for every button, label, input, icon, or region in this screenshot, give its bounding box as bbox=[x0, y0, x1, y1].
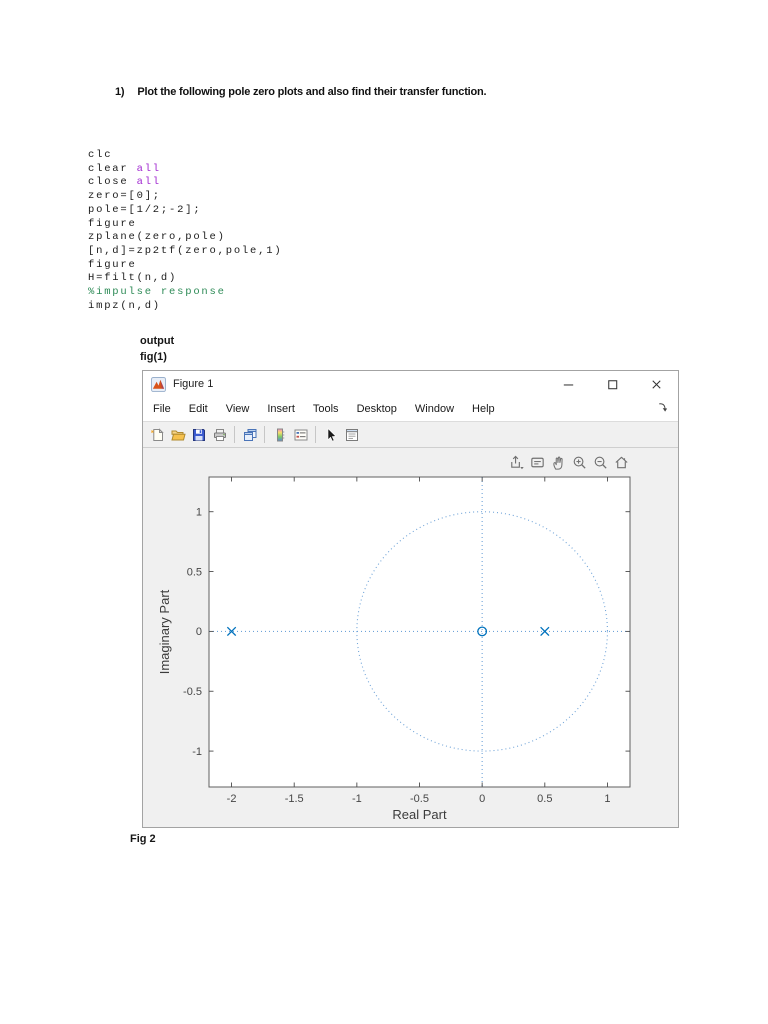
question-number: 1) bbox=[115, 86, 125, 98]
y-tick-label: 0.5 bbox=[187, 566, 202, 578]
menu-tools[interactable]: Tools bbox=[304, 403, 348, 415]
fig2-caption: Fig 2 bbox=[130, 833, 156, 845]
figure-canvas: -2 -1.5 -1 -0.5 0 0.5 1 -1 -0.5 0 0.5 1 Real Part Ima… bbox=[143, 448, 678, 827]
code-line: zero=[0]; bbox=[88, 190, 161, 203]
maximize-button[interactable] bbox=[590, 371, 634, 397]
insert-legend-icon[interactable] bbox=[290, 424, 311, 445]
y-tick-label: 0 bbox=[196, 626, 202, 638]
menu-items: File Edit View Insert Tools Desktop Window Help bbox=[144, 403, 504, 415]
code-line: impz(n,d) bbox=[88, 299, 161, 312]
close-button[interactable] bbox=[634, 371, 678, 397]
code-line: zplane(zero,pole) bbox=[88, 231, 226, 244]
x-tick-label: -0.5 bbox=[410, 793, 429, 805]
print-figure-icon[interactable] bbox=[209, 424, 230, 445]
figure-window: Figure 1 File Edit View Insert Tools Desktop W… bbox=[142, 370, 679, 828]
figure-toolbar bbox=[143, 421, 678, 448]
question-text: Plot the following pole zero plots and a… bbox=[137, 86, 487, 98]
open-file-icon[interactable] bbox=[167, 424, 188, 445]
insert-colorbar-icon[interactable] bbox=[269, 424, 290, 445]
save-figure-icon[interactable] bbox=[188, 424, 209, 445]
x-tick-label: 0 bbox=[479, 793, 485, 805]
y-tick-label: -0.5 bbox=[183, 686, 202, 698]
export-icon[interactable] bbox=[507, 453, 526, 472]
x-axis-label: Real Part bbox=[392, 807, 447, 822]
menu-file[interactable]: File bbox=[144, 403, 180, 415]
x-tick-label: -2 bbox=[227, 793, 237, 805]
y-tick-label: 1 bbox=[196, 507, 202, 519]
axes-box bbox=[208, 476, 631, 788]
data-tips-icon[interactable] bbox=[528, 453, 547, 472]
edit-plot-icon[interactable] bbox=[320, 424, 341, 445]
code-line: clear all bbox=[88, 162, 161, 175]
output-label: output bbox=[140, 335, 175, 347]
window-title: Figure 1 bbox=[173, 378, 214, 390]
x-tick-label: 0.5 bbox=[537, 793, 552, 805]
pan-icon[interactable] bbox=[549, 453, 568, 472]
dock-figure-icon[interactable] bbox=[656, 401, 672, 417]
code-line: %impulse response bbox=[88, 286, 226, 299]
y-tick-label: -1 bbox=[192, 746, 202, 758]
toolbar-separator bbox=[234, 426, 235, 443]
x-tick-label: -1 bbox=[352, 793, 362, 805]
code-line: figure bbox=[88, 217, 137, 230]
window-controls bbox=[546, 371, 678, 397]
menu-view[interactable]: View bbox=[217, 403, 259, 415]
code-line: figure bbox=[88, 258, 137, 271]
menu-bar: File Edit View Insert Tools Desktop Window Help bbox=[143, 397, 678, 421]
x-tick-label: -1.5 bbox=[285, 793, 304, 805]
property-inspector-icon[interactable] bbox=[341, 424, 362, 445]
axes-toolbar bbox=[507, 453, 631, 472]
pole-zero-plot: -2 -1.5 -1 -0.5 0 0.5 1 -1 -0.5 0 0.5 1 Real Part Ima… bbox=[157, 476, 631, 822]
restore-view-icon[interactable] bbox=[612, 453, 631, 472]
title-bar[interactable]: Figure 1 bbox=[143, 371, 678, 397]
menu-insert[interactable]: Insert bbox=[258, 403, 304, 415]
matlab-code-block: clc clear all close all zero=[0]; pole=[1/2;… bbox=[88, 149, 282, 313]
minimize-button[interactable] bbox=[546, 371, 590, 397]
matlab-logo-icon bbox=[151, 376, 166, 392]
code-line: [n,d]=zp2tf(zero,pole,1) bbox=[88, 244, 283, 257]
toolbar-separator bbox=[264, 426, 265, 443]
menu-edit[interactable]: Edit bbox=[180, 403, 217, 415]
fig1-label: fig(1) bbox=[140, 351, 167, 363]
question-1: 1) Plot the following pole zero plots an… bbox=[115, 86, 487, 98]
code-line: H=filt(n,d) bbox=[88, 272, 178, 285]
code-line: pole=[1/2;-2]; bbox=[88, 203, 202, 216]
x-tick-label: 1 bbox=[604, 793, 610, 805]
menu-help[interactable]: Help bbox=[463, 403, 504, 415]
toolbar-separator bbox=[315, 426, 316, 443]
zoom-out-icon[interactable] bbox=[591, 453, 610, 472]
y-axis-label: Imaginary Part bbox=[157, 589, 172, 674]
new-figure-icon[interactable] bbox=[146, 424, 167, 445]
menu-desktop[interactable]: Desktop bbox=[348, 403, 406, 415]
zoom-in-icon[interactable] bbox=[570, 453, 589, 472]
code-line: clc bbox=[88, 149, 113, 161]
menu-window[interactable]: Window bbox=[406, 403, 463, 415]
code-line: close all bbox=[88, 176, 161, 189]
link-plot-icon[interactable] bbox=[239, 424, 260, 445]
